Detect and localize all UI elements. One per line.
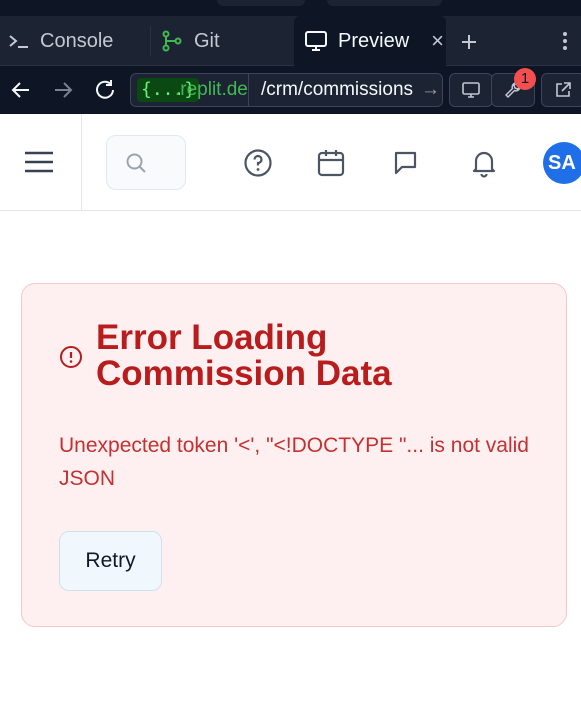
more-options-icon[interactable] [561, 30, 569, 57]
tab-console[interactable]: Console [8, 16, 148, 66]
external-link-icon [556, 82, 571, 97]
url-path[interactable]: /crm/commissions → [248, 74, 442, 106]
top-strip-control [327, 0, 442, 6]
retry-button[interactable]: Retry [59, 531, 162, 591]
error-title: Error Loading Commission Data [96, 318, 392, 393]
device-preview-button[interactable] [449, 73, 493, 107]
calendar-icon[interactable] [316, 148, 346, 178]
monitor-icon [304, 30, 328, 52]
top-strip-control [217, 0, 305, 6]
url-go-arrow-icon[interactable]: → [421, 79, 440, 100]
reload-icon[interactable] [93, 78, 117, 102]
tab-git-label: Git [194, 29, 220, 52]
url-host: .replit.de [175, 79, 248, 100]
help-icon[interactable] [243, 148, 273, 178]
terminal-icon [8, 30, 30, 52]
desktop-icon [462, 82, 480, 98]
bell-icon[interactable] [469, 148, 499, 178]
add-tab-button[interactable] [459, 32, 481, 54]
tab-console-label: Console [40, 29, 114, 52]
open-new-tab-button[interactable] [541, 73, 581, 107]
tab-preview-label: Preview [338, 29, 410, 52]
url-path-text: /crm/commissions [261, 79, 414, 100]
forward-arrow-icon[interactable] [51, 78, 75, 102]
header-divider [81, 114, 82, 211]
preview-url-bar: {...} .replit.de /crm/commissions → [0, 66, 581, 114]
back-arrow-icon[interactable] [9, 78, 33, 102]
close-icon[interactable]: × [431, 28, 444, 54]
app-header: SA [0, 114, 581, 211]
notification-badge: 1 [514, 68, 536, 90]
search-input[interactable] [106, 135, 186, 190]
avatar[interactable]: SA [543, 142, 581, 184]
error-message: Unexpected token '<', "<!DOCTYPE "... is… [59, 434, 529, 490]
tab-preview[interactable]: Preview × [294, 16, 446, 66]
tab-divider [150, 26, 151, 56]
url-field[interactable]: {...} .replit.de /crm/commissions → [130, 73, 443, 107]
ide-tab-bar: Console Git Preview × [0, 16, 581, 66]
error-card: Error Loading Commission Data Unexpected… [21, 283, 567, 627]
git-branch-icon [160, 29, 184, 53]
search-icon [125, 152, 147, 179]
window-top-strip [0, 0, 581, 16]
alert-circle-icon [59, 345, 83, 369]
menu-icon[interactable] [25, 151, 53, 173]
chat-icon[interactable] [391, 148, 421, 178]
tab-git[interactable]: Git [160, 16, 290, 66]
